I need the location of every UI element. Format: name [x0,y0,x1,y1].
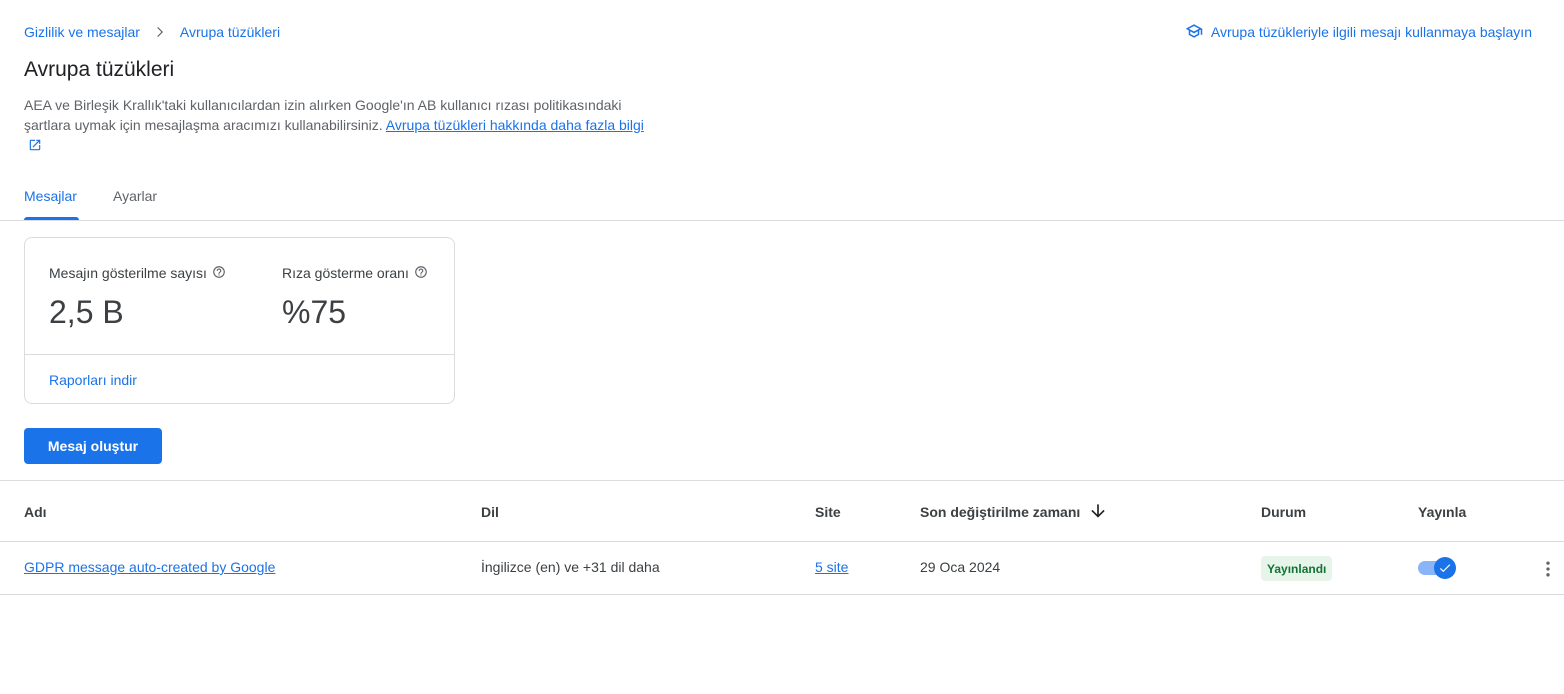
site-cell: 5 site [815,559,848,577]
status-badge: Yayınlandı [1261,556,1333,581]
tab-settings[interactable]: Ayarlar [113,188,157,204]
column-last-modified[interactable]: Son değiştirilme zamanı [920,503,1108,521]
impressions-label-row: Mesajın gösterilme sayısı [49,264,226,282]
open-in-new-icon[interactable] [28,137,42,151]
download-reports-link[interactable]: Raporları indir [49,372,137,388]
consent-rate-stat: Rıza gösterme oranı %75 [282,264,428,332]
page-description: AEA ve Birleşik Krallık'taki kullanıcıla… [24,95,644,155]
stats-card: Mesajın gösterilme sayısı 2,5 B Rıza gös… [24,237,455,404]
table-row: GDPR message auto-created by Google İngi… [0,542,1564,595]
arrow-down-icon [1088,501,1108,524]
column-status[interactable]: Durum [1261,503,1306,521]
school-icon [1185,22,1203,43]
message-name-cell: GDPR message auto-created by Google [24,559,275,577]
column-name-label: Adı [24,504,47,520]
learn-more-link[interactable]: Avrupa tüzükleri hakkında daha fazla bil… [386,117,644,133]
tab-messages[interactable]: Mesajlar [24,188,77,204]
message-name-link[interactable]: GDPR message auto-created by Google [24,559,275,575]
toggle-thumb [1434,557,1456,579]
modified-cell: 29 Oca 2024 [920,559,1001,575]
page: Gizlilik ve mesajlar Avrupa tüzükleri Av… [0,0,1564,694]
consent-value: %75 [282,294,347,330]
chevron-right-icon [140,25,180,39]
column-publish-label: Yayınla [1418,504,1467,520]
messages-table: Adı Dil Site Son değiştirilme zamanı Dur… [0,480,1564,595]
learn-more-label: Avrupa tüzükleri hakkında daha fazla bil… [385,117,644,133]
tab-bar: Mesajlar Ayarlar [0,172,1564,221]
site-link[interactable]: 5 site [815,559,848,575]
column-site-label: Site [815,504,841,520]
impressions-value: 2,5 B [49,294,124,330]
language-cell: İngilizce (en) ve +31 dil daha [481,559,660,575]
active-tab-indicator [24,217,79,220]
breadcrumb-privacy-messaging[interactable]: Gizlilik ve mesajlar [24,24,140,40]
breadcrumb-european-regulations[interactable]: Avrupa tüzükleri [180,24,280,40]
breadcrumb: Gizlilik ve mesajlar Avrupa tüzükleri [24,23,280,41]
get-started-label: Avrupa tüzükleriyle ilgili mesajı kullan… [1210,24,1532,40]
help-icon[interactable] [414,265,428,282]
column-language-label: Dil [481,504,499,520]
consent-label: Rıza gösterme oranı [282,265,409,281]
get-started-link[interactable]: Avrupa tüzükleriyle ilgili mesajı kullan… [1185,22,1532,42]
impressions-label: Mesajın gösterilme sayısı [49,265,207,281]
table-header: Adı Dil Site Son değiştirilme zamanı Dur… [0,480,1564,542]
help-icon[interactable] [212,265,226,282]
column-language[interactable]: Dil [481,503,499,521]
column-site[interactable]: Site [815,503,841,521]
consent-label-row: Rıza gösterme oranı [282,264,428,282]
column-last-modified-label: Son değiştirilme zamanı [920,504,1081,520]
column-publish[interactable]: Yayınla [1418,503,1466,521]
publish-toggle[interactable] [1418,555,1456,581]
check-icon [1438,561,1452,575]
card-divider [25,354,454,355]
more-options-button[interactable] [1538,557,1558,581]
page-title: Avrupa tüzükleri [24,58,175,81]
column-status-label: Durum [1261,504,1307,520]
more-vert-icon [1538,559,1558,579]
create-message-button[interactable]: Mesaj oluştur [24,428,162,464]
column-name[interactable]: Adı [24,503,47,521]
impressions-stat: Mesajın gösterilme sayısı 2,5 B [49,264,226,332]
